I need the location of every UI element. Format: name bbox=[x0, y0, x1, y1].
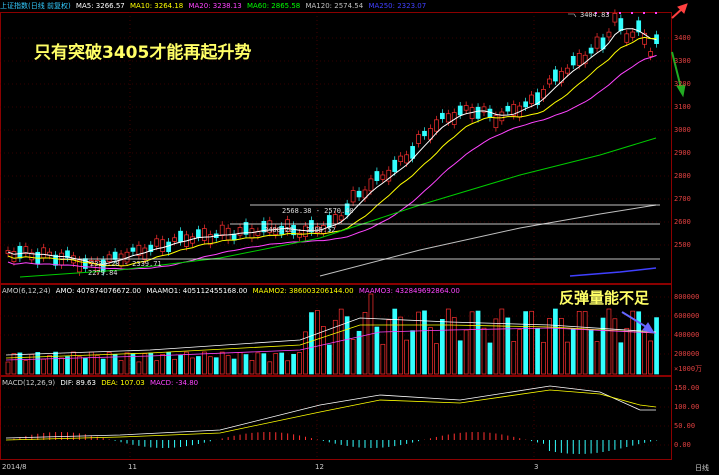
label-2339: 2338.28 - 2339.71 bbox=[90, 260, 162, 268]
macd-title[interactable]: MACD(12,26,9) bbox=[2, 379, 55, 387]
main-annotation: 只有突破3405才能再起升势 bbox=[34, 43, 252, 63]
dif-value: DIF: 89.63 bbox=[60, 379, 96, 387]
macd-value: MACD: -34.80 bbox=[150, 379, 199, 387]
macd-header: MACD(12,26,9) DIF: 89.63 DEA: 107.03 MAC… bbox=[2, 377, 201, 389]
red-up-arrow-icon bbox=[671, 3, 688, 19]
chart-canvas[interactable] bbox=[0, 0, 719, 475]
amo-title[interactable]: AMO(6,12,24) bbox=[2, 287, 51, 295]
x-label-11: 11 bbox=[128, 463, 137, 471]
volume-header: AMO(6,12,24) AMO: 407874076672.00 MAAMO1… bbox=[2, 285, 463, 297]
maamo2-value: MAAMO2: 386003206144.00 bbox=[252, 287, 354, 295]
x-label-3: 3 bbox=[534, 463, 539, 471]
label-high: 3404.83 bbox=[580, 11, 610, 19]
volume-annotation: 反弹量能不足 bbox=[559, 289, 650, 307]
high-marker bbox=[568, 13, 577, 18]
label-2570: 2568.38 - 2570.40 bbox=[282, 207, 354, 215]
label-low: 2279.84 bbox=[88, 269, 118, 277]
dea-value: DEA: 107.03 bbox=[101, 379, 145, 387]
maamo1-value: MAAMO1: 405112455168.00 bbox=[146, 287, 248, 295]
period-label[interactable]: 日线 bbox=[695, 463, 709, 473]
volume-unit: ×1000万 bbox=[674, 365, 703, 373]
maamo3-value: MAAMO3: 432849692864.00 bbox=[358, 287, 460, 295]
x-label-12: 12 bbox=[315, 463, 324, 471]
label-2495: 2488.20 - 2495.52 bbox=[264, 226, 336, 234]
amo-value: AMO: 407874076672.00 bbox=[55, 287, 142, 295]
x-label-2014-8: 2014/8 bbox=[2, 463, 27, 471]
